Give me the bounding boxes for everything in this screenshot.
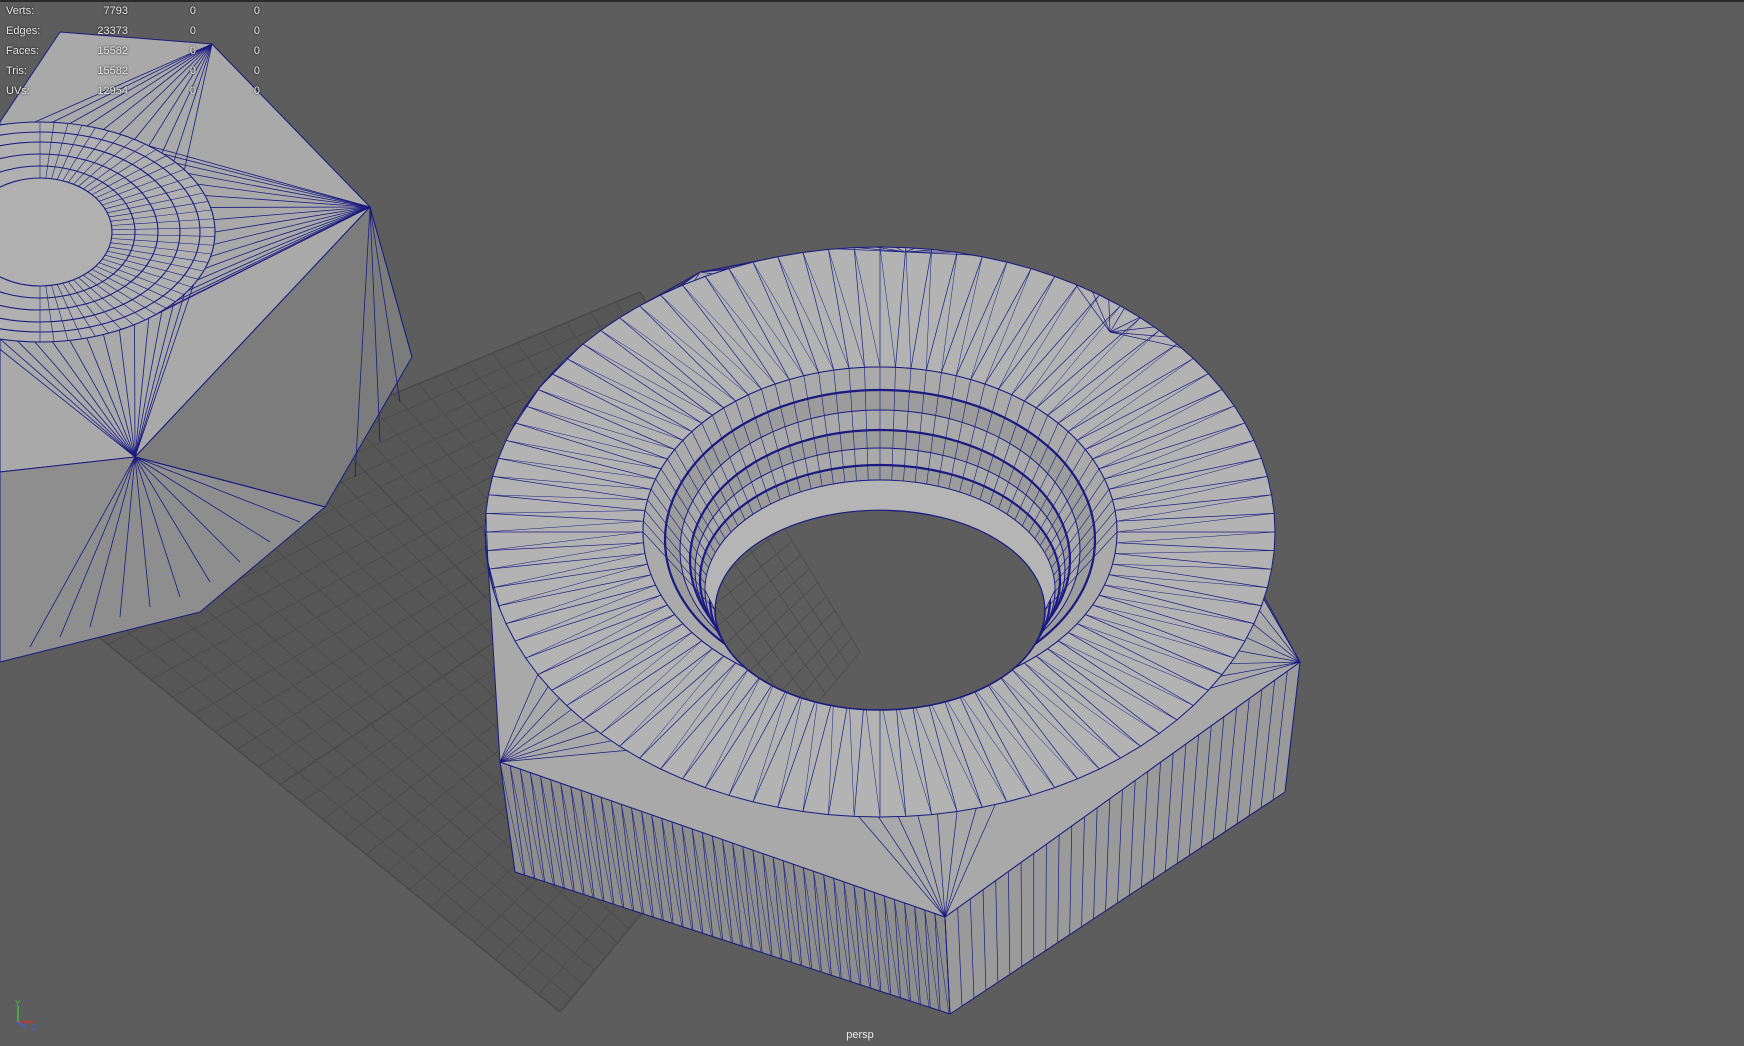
hud-label: UVs: (6, 85, 30, 97)
hud-row-edges: Edges: 23373 0 0 (6, 25, 266, 45)
hud-value: 0 (189, 85, 196, 97)
hud-value: 0 (189, 5, 196, 17)
hud-value: 0 (189, 65, 196, 77)
viewport-scene[interactable] (0, 2, 1744, 1046)
hud-value: 0 (253, 25, 260, 37)
poly-count-hud: Verts: 7793 0 0 Edges: 23373 0 0 Faces: … (6, 5, 266, 105)
hud-value: 12954 (97, 85, 128, 97)
hole-opening (714, 509, 1046, 711)
camera-label: persp (846, 1029, 874, 1041)
axis-y-label: Y (15, 1000, 21, 1008)
hud-value: 15582 (97, 45, 128, 57)
axis-gizmo-icon: Y Z (15, 1000, 37, 1030)
hud-value: 0 (189, 25, 196, 37)
hud-value: 15582 (97, 65, 128, 77)
hud-value: 0 (253, 5, 260, 17)
hud-value: 0 (189, 45, 196, 57)
hud-value: 0 (253, 45, 260, 57)
hud-value: 0 (253, 65, 260, 77)
hud-label: Faces: (6, 45, 40, 57)
hud-label: Edges: (6, 25, 41, 37)
hud-label: Verts: (6, 5, 35, 17)
hud-value: 0 (253, 85, 260, 97)
hud-label: Tris: (6, 65, 27, 77)
hud-value: 23373 (97, 25, 128, 37)
hud-row-verts: Verts: 7793 0 0 (6, 5, 266, 25)
hud-row-tris: Tris: 15582 0 0 (6, 65, 266, 85)
hud-row-faces: Faces: 15582 0 0 (6, 45, 266, 65)
axis-z-line (17, 1021, 27, 1029)
viewport-panel[interactable]: Verts: 7793 0 0 Edges: 23373 0 0 Faces: … (0, 0, 1744, 1046)
hud-row-uvs: UVs: 12954 0 0 (6, 85, 266, 105)
hud-value: 7793 (103, 5, 128, 17)
